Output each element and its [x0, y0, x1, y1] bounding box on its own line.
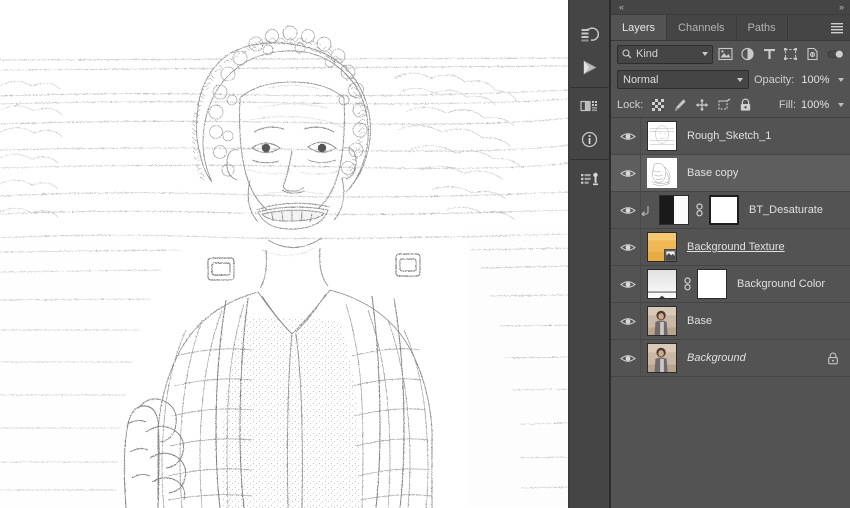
- eye-icon[interactable]: [617, 229, 639, 266]
- layer-mask-thumbnail[interactable]: [709, 195, 739, 225]
- chevron-down-icon[interactable]: [702, 52, 708, 56]
- layer-thumbnails: [647, 158, 677, 188]
- row-divider: [640, 192, 641, 228]
- opacity-value[interactable]: 100%: [799, 71, 833, 88]
- smart-object-badge-icon: [664, 249, 676, 261]
- tab-layers[interactable]: Layers: [611, 15, 668, 40]
- layer-name[interactable]: Base copy: [687, 167, 738, 179]
- padlock-icon: [826, 351, 840, 365]
- filter-type-layers[interactable]: [760, 44, 778, 64]
- filter-toggle[interactable]: [826, 44, 844, 64]
- lock-row: Lock: Fill: 100%: [611, 92, 850, 118]
- layer-filter-row: Kind: [611, 41, 850, 67]
- layer-thumbnails: [647, 232, 677, 262]
- adjustment-thumbnail[interactable]: [659, 195, 689, 225]
- table-row[interactable]: Background: [611, 340, 850, 377]
- layer-thumbnails: [647, 269, 727, 299]
- layer-thumbnails: [647, 121, 677, 151]
- chevron-down-icon[interactable]: [737, 77, 743, 82]
- filter-smart-objects[interactable]: [804, 44, 822, 64]
- dock-group-adjustments: [569, 88, 610, 160]
- link-mask-icon[interactable]: [694, 203, 704, 217]
- layer-thumbnail[interactable]: [647, 232, 677, 262]
- layer-list[interactable]: Rough_Sketch_1 Base copy BT_Desaturate B…: [611, 118, 850, 508]
- eye-icon[interactable]: [617, 155, 639, 192]
- panel-tab-bar: Layers Channels Paths: [611, 15, 850, 41]
- table-row[interactable]: Background Texture: [611, 229, 850, 266]
- collapse-right-icon[interactable]: »: [839, 2, 844, 12]
- layer-thumbnails: [659, 195, 739, 225]
- filter-kind-select[interactable]: Kind: [617, 44, 713, 64]
- layer-thumbnails: [647, 343, 677, 373]
- lock-position[interactable]: [692, 95, 711, 114]
- layer-thumbnail[interactable]: [647, 306, 677, 336]
- eye-icon[interactable]: [617, 340, 639, 377]
- layer-thumbnails: [647, 306, 677, 336]
- row-divider: [640, 266, 641, 302]
- filter-kind-label: Kind: [636, 48, 659, 60]
- libraries-panel-icon[interactable]: [575, 165, 605, 193]
- info-panel-icon[interactable]: [575, 125, 605, 153]
- layer-name[interactable]: Rough_Sketch_1: [687, 130, 771, 142]
- lock-image-pixels[interactable]: [670, 95, 689, 114]
- row-divider: [640, 229, 641, 265]
- eye-icon[interactable]: [617, 118, 639, 155]
- opacity-label: Opacity:: [754, 73, 795, 86]
- history-panel-icon[interactable]: [575, 21, 605, 49]
- table-row[interactable]: BT_Desaturate: [611, 192, 850, 229]
- panel-collapse-bar[interactable]: « »: [611, 0, 850, 15]
- layer-name[interactable]: BT_Desaturate: [749, 204, 823, 216]
- lock-label: Lock:: [617, 98, 644, 111]
- row-divider: [640, 118, 641, 154]
- layer-thumbnail[interactable]: [647, 343, 677, 373]
- row-divider: [640, 155, 641, 191]
- eye-icon[interactable]: [617, 192, 639, 229]
- blend-mode-value: Normal: [623, 73, 659, 86]
- adjustments-panel-icon[interactable]: [575, 93, 605, 121]
- table-row[interactable]: Base: [611, 303, 850, 340]
- dock-group-libraries: [570, 160, 610, 199]
- opacity-stepper-icon[interactable]: [838, 77, 844, 82]
- layer-thumbnail[interactable]: [647, 121, 677, 151]
- row-divider: [640, 303, 641, 339]
- eye-icon[interactable]: [617, 303, 639, 340]
- layer-name[interactable]: Background: [687, 352, 746, 364]
- fill-value[interactable]: 100%: [799, 96, 835, 113]
- blend-mode-row: Normal Opacity: 100%: [611, 67, 850, 92]
- layer-mask-thumbnail[interactable]: [697, 269, 727, 299]
- actions-play-icon[interactable]: [575, 53, 605, 81]
- dock-group-history: [569, 16, 610, 88]
- lock-transparent-pixels[interactable]: [648, 95, 667, 114]
- eye-icon[interactable]: [617, 266, 639, 303]
- link-mask-icon[interactable]: [682, 277, 692, 291]
- collapsed-panel-dock: [569, 0, 610, 508]
- layer-name[interactable]: Background Texture: [687, 241, 785, 253]
- collapse-left-icon[interactable]: «: [619, 2, 624, 12]
- layer-name[interactable]: Background Color: [737, 278, 825, 290]
- layers-panel: « » Layers Channels Paths Kind Normal Op…: [610, 0, 850, 508]
- tab-paths[interactable]: Paths: [736, 15, 788, 40]
- layer-name[interactable]: Base: [687, 315, 712, 327]
- lock-artboard-nesting[interactable]: [714, 95, 733, 114]
- photoshop-window: « » Layers Channels Paths Kind Normal Op…: [0, 0, 850, 508]
- hamburger-menu-icon[interactable]: [824, 15, 850, 40]
- clipping-mask-icon: [641, 205, 651, 216]
- fill-label: Fill:: [778, 98, 796, 111]
- blend-mode-select[interactable]: Normal: [617, 70, 749, 89]
- filter-shape-layers[interactable]: [782, 44, 800, 64]
- filter-adjustment-layers[interactable]: [739, 44, 757, 64]
- gradient-fill-thumbnail[interactable]: [647, 269, 677, 299]
- fill-stepper-icon[interactable]: [838, 102, 844, 107]
- tab-channels[interactable]: Channels: [667, 15, 737, 40]
- table-row[interactable]: Base copy: [611, 155, 850, 192]
- filter-pixel-layers[interactable]: [717, 44, 735, 64]
- document-canvas[interactable]: [0, 0, 568, 508]
- search-icon: [622, 49, 632, 59]
- lock-all[interactable]: [736, 95, 755, 114]
- table-row[interactable]: Rough_Sketch_1: [611, 118, 850, 155]
- row-divider: [640, 340, 641, 376]
- layer-thumbnail[interactable]: [647, 158, 677, 188]
- table-row[interactable]: Background Color: [611, 266, 850, 303]
